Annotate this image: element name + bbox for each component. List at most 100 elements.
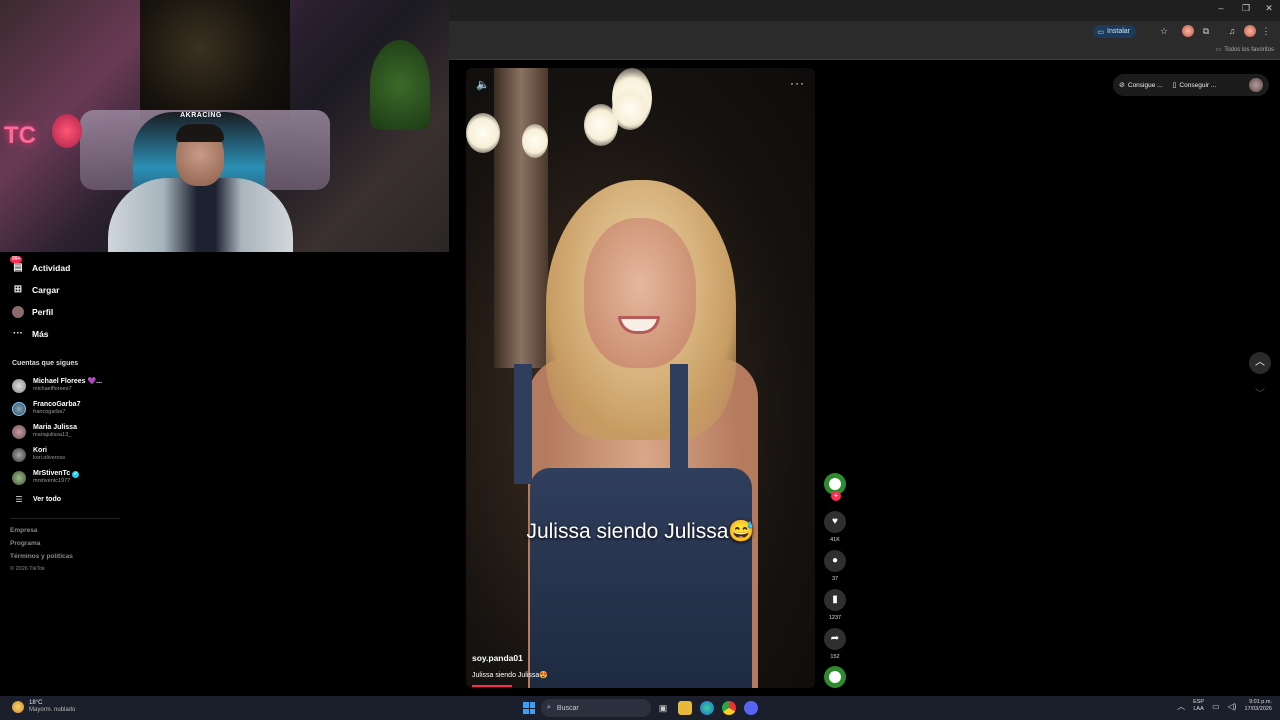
bookmark-icon: ▮ <box>824 589 846 611</box>
account-username: mrstiventc1977 <box>33 478 71 484</box>
puzzle-icon[interactable]: ⧉ <box>1200 25 1212 37</box>
list-icon: ☰ <box>15 495 23 504</box>
close-icon[interactable]: ✕ <box>1257 3 1280 14</box>
restore-icon[interactable]: ❐ <box>1234 3 1258 14</box>
media-icon[interactable]: ♫ <box>1226 25 1238 37</box>
verified-icon: ✓ <box>72 471 80 478</box>
see-all-link[interactable]: ☰ Ver todo <box>12 494 61 506</box>
video-caption-overlay: Julissa siendo Julissa😅 <box>526 520 755 543</box>
like-button[interactable]: ♥ 41K <box>823 511 847 543</box>
nav-profile[interactable]: Perfil <box>12 306 53 318</box>
following-account[interactable]: MrStivenTc ✓ mrstiventc1977 <box>12 470 80 485</box>
menu-kebab-icon[interactable]: ⋮ <box>1260 25 1272 37</box>
edge-icon[interactable] <box>700 701 714 715</box>
account-name: FrancoGarba7 <box>33 401 81 408</box>
taskbar-search[interactable]: ⌕ Buscar <box>541 699 651 717</box>
folder-icon: ▭ <box>1215 47 1222 53</box>
panda-avatar <box>824 666 846 688</box>
nav-upload[interactable]: ⊞ Cargar <box>12 284 60 296</box>
system-tray: ︿ ESP LAA ▭ ◁) 9:01 p.m. 17/03/2026 <box>1177 699 1272 713</box>
windows-start-icon[interactable] <box>523 702 535 714</box>
previous-video-button[interactable]: ︿ <box>1249 352 1271 374</box>
discord-icon[interactable] <box>744 701 758 715</box>
video-description: Julissa siendo Julissa😍 <box>472 672 549 679</box>
following-account[interactable]: Kori kori.oliveross <box>12 447 65 462</box>
share-button[interactable]: ➦ 152 <box>823 628 847 660</box>
clock[interactable]: 9:01 p.m. 17/03/2026 <box>1244 699 1272 713</box>
next-video-button[interactable]: ﹀ <box>1249 384 1271 406</box>
footer-program[interactable]: Programa <box>10 540 40 547</box>
video-player[interactable]: 🔈 ··· Julissa siendo Julissa😅 soy.panda0… <box>466 68 815 688</box>
account-username: francogarba7 <box>33 409 66 415</box>
all-favorites[interactable]: ▭ Todos los favoritos <box>1215 46 1274 54</box>
top-actions: ⊘ Consigue ... ▯ Conseguir ... <box>1113 74 1269 96</box>
video-progress[interactable] <box>472 685 513 687</box>
file-explorer-icon[interactable] <box>678 701 692 715</box>
video-author[interactable]: soy.panda01 <box>472 653 523 663</box>
nav-more[interactable]: ··· Más <box>12 328 49 340</box>
more-options-icon[interactable]: ··· <box>790 76 805 90</box>
see-all-label: Ver todo <box>33 496 62 503</box>
lamp-light <box>466 113 500 153</box>
upload-icon: ⊞ <box>13 284 23 295</box>
heart-icon: ♥ <box>824 511 846 533</box>
nav-activity-label: Actividad <box>32 263 71 273</box>
monitor-icon[interactable]: ▭ <box>1212 702 1220 711</box>
volume-icon[interactable]: 🔈 <box>476 78 490 91</box>
weather-widget[interactable]: 18°C Mayorm. nublado <box>12 700 75 714</box>
minimize-icon[interactable]: – <box>1209 3 1233 13</box>
browser-titlebar: – ❐ ✕ <box>449 0 1280 21</box>
sound-disc[interactable] <box>823 666 847 688</box>
nav-more-label: Más <box>32 329 49 339</box>
share-icon: ➦ <box>824 628 846 650</box>
nav-activity[interactable]: ▤ 99+ Actividad <box>10 256 71 274</box>
comment-icon: ● <box>824 550 846 572</box>
star-icon[interactable]: ☆ <box>1158 25 1170 37</box>
get-coins-chip[interactable]: ⊘ Consigue ... <box>1119 81 1163 90</box>
footer-terms[interactable]: Términos y políticas <box>10 553 73 560</box>
more-dots-icon: ··· <box>13 328 23 339</box>
neon-sign: TC <box>4 122 36 149</box>
like-count: 41K <box>830 537 840 543</box>
footer-company[interactable]: Empresa <box>10 527 37 534</box>
profile-icon <box>12 306 24 318</box>
clock-date: 17/03/2026 <box>1244 706 1272 712</box>
following-account[interactable]: Maria Julissa mariajulissa13_ <box>12 424 77 439</box>
overall-strap <box>514 364 532 484</box>
language-code: ESP <box>1193 699 1205 705</box>
install-label: Instalar <box>1107 28 1130 35</box>
creator-avatar[interactable]: + <box>823 473 847 501</box>
browser-toolbar: ▭ Instalar ☆ ⧉ ♫ ⋮ <box>449 21 1280 42</box>
chrome-icon[interactable] <box>722 701 736 715</box>
save-button[interactable]: ▮ 1237 <box>823 589 847 621</box>
task-view-icon[interactable]: ▣ <box>656 701 670 715</box>
teddy-bear <box>52 114 82 148</box>
comment-button[interactable]: ● 37 <box>823 550 847 582</box>
following-account[interactable]: FrancoGarba7 francogarba7 <box>12 401 80 416</box>
plant <box>370 40 430 130</box>
get-app-label: Conseguir ... <box>1179 81 1217 89</box>
panda-avatar: + <box>824 473 846 501</box>
user-avatar[interactable] <box>1249 78 1263 92</box>
speaker-icon[interactable]: ◁) <box>1228 702 1237 711</box>
install-icon: ▭ <box>1097 28 1105 36</box>
chevron-up-icon[interactable]: ︿ <box>1177 701 1185 712</box>
phone-icon: ▯ <box>1172 82 1177 89</box>
account-username: kori.oliveross <box>33 455 66 461</box>
weather-temp: 18°C <box>29 700 43 706</box>
get-app-chip[interactable]: ▯ Conseguir ... <box>1172 81 1217 90</box>
language-indicator[interactable]: ESP LAA <box>1193 699 1204 713</box>
coin-icon: ⊘ <box>1119 82 1125 89</box>
extension-profile-icon[interactable] <box>1182 25 1194 37</box>
profile-avatar-icon[interactable] <box>1244 25 1256 37</box>
account-name: Kori <box>33 447 47 454</box>
keyboard-layout: LAA <box>1193 706 1204 712</box>
install-button[interactable]: ▭ Instalar <box>1093 25 1136 38</box>
account-username: mariajulissa13_ <box>33 432 72 438</box>
account-name: MrStivenTc <box>33 470 71 477</box>
following-account[interactable]: Michael Florees 💜... michaelflorees7 <box>12 378 102 393</box>
search-icon: ⌕ <box>547 704 551 711</box>
follow-plus-icon[interactable]: + <box>831 491 841 501</box>
avatar <box>12 447 26 462</box>
get-coins-label: Consigue ... <box>1127 81 1163 89</box>
